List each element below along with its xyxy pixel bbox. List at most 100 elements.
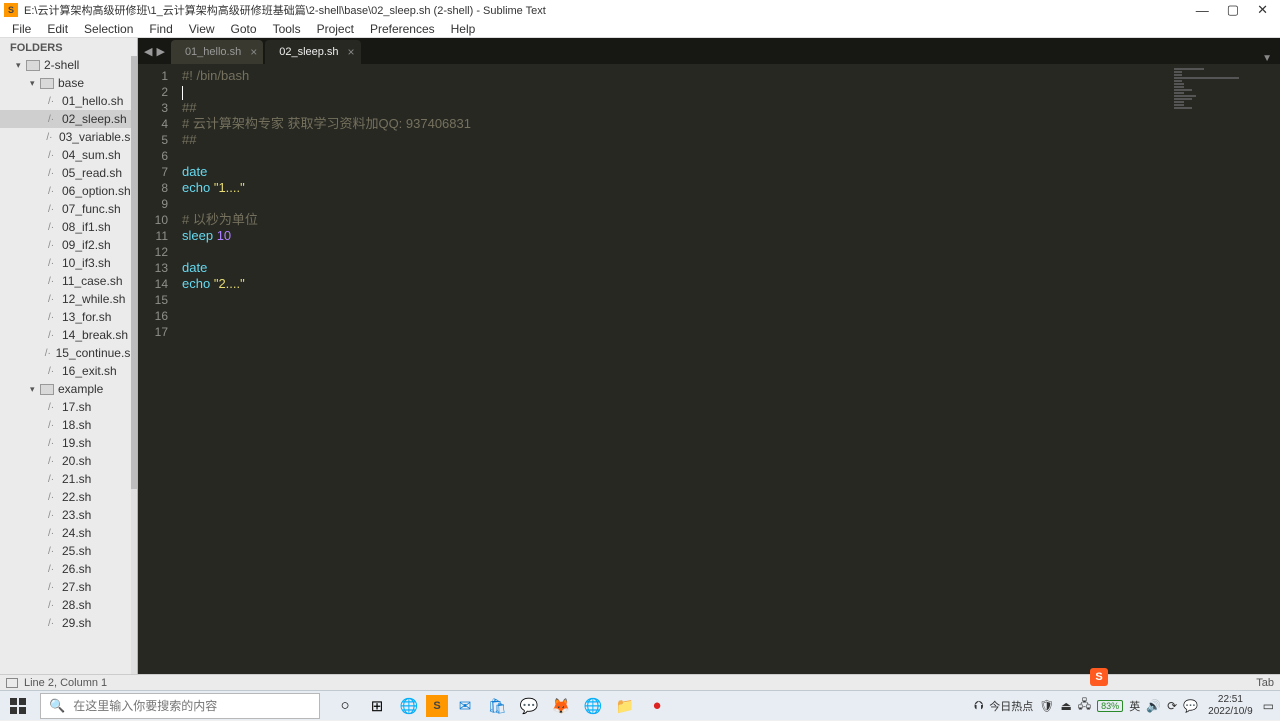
- file-icon: [44, 346, 52, 360]
- file-04_sum.sh[interactable]: 04_sum.sh: [0, 146, 137, 164]
- folder-tree: ▾2-shell▾base01_hello.sh02_sleep.sh03_va…: [0, 56, 137, 674]
- sidebar-scrollbar[interactable]: [131, 56, 137, 674]
- menu-file[interactable]: File: [4, 21, 39, 37]
- sidebar-title: FOLDERS: [0, 38, 137, 56]
- tab-01_hello.sh[interactable]: 01_hello.sh×: [171, 40, 263, 64]
- status-position: Line 2, Column 1: [24, 677, 107, 689]
- file-02_sleep.sh[interactable]: 02_sleep.sh: [0, 110, 137, 128]
- tray-defender-icon[interactable]: 🛡: [1039, 699, 1054, 713]
- file-icon: [44, 418, 58, 432]
- file-14_break.sh[interactable]: 14_break.sh: [0, 326, 137, 344]
- app-edge-icon[interactable]: 🌐: [394, 692, 424, 720]
- minimize-button[interactable]: —: [1196, 3, 1209, 18]
- tab-close-icon[interactable]: ×: [250, 45, 257, 59]
- file-23.sh[interactable]: 23.sh: [0, 506, 137, 524]
- task-view-icon[interactable]: ⊞: [362, 692, 392, 720]
- editor[interactable]: 1234567891011121314151617 #! /bin/bash##…: [138, 64, 1280, 674]
- status-tab-size[interactable]: Tab: [1256, 677, 1274, 689]
- file-05_read.sh[interactable]: 05_read.sh: [0, 164, 137, 182]
- tab-nav-arrows[interactable]: ◀▶: [138, 38, 171, 64]
- close-button[interactable]: ✕: [1257, 2, 1268, 18]
- disclosure-arrow-icon[interactable]: ▾: [16, 60, 26, 71]
- file-12_while.sh[interactable]: 12_while.sh: [0, 290, 137, 308]
- menu-edit[interactable]: Edit: [39, 21, 76, 37]
- folder-example[interactable]: ▾example: [0, 380, 137, 398]
- file-17.sh[interactable]: 17.sh: [0, 398, 137, 416]
- app-explorer-icon[interactable]: 📁: [610, 692, 640, 720]
- app-sublime-icon[interactable]: S: [426, 695, 448, 717]
- file-21.sh[interactable]: 21.sh: [0, 470, 137, 488]
- tray-volume-icon[interactable]: 🔊: [1146, 699, 1161, 713]
- tray-hot-label[interactable]: 今日热点: [989, 698, 1033, 714]
- tray-clock[interactable]: 22:51 2022/10/9: [1204, 694, 1257, 718]
- file-22.sh[interactable]: 22.sh: [0, 488, 137, 506]
- minimap[interactable]: [1170, 64, 1280, 674]
- folder-2-shell[interactable]: ▾2-shell: [0, 56, 137, 74]
- menu-project[interactable]: Project: [309, 21, 362, 37]
- menu-preferences[interactable]: Preferences: [362, 21, 443, 37]
- app-store-icon[interactable]: 🛍: [482, 692, 512, 720]
- file-icon: [44, 436, 58, 450]
- tray-battery[interactable]: 83%: [1097, 700, 1123, 712]
- file-09_if2.sh[interactable]: 09_if2.sh: [0, 236, 137, 254]
- menu-help[interactable]: Help: [443, 21, 484, 37]
- tray-eject-icon[interactable]: ⏏: [1060, 699, 1071, 713]
- file-icon: [44, 544, 58, 558]
- tree-item-label: 26.sh: [62, 562, 91, 576]
- file-03_variable.sh[interactable]: 03_variable.sh: [0, 128, 137, 146]
- folder-icon: [40, 382, 54, 396]
- file-15_continue.sh[interactable]: 15_continue.sh: [0, 344, 137, 362]
- tray-network-icon[interactable]: 🖧: [1078, 695, 1091, 716]
- file-29.sh[interactable]: 29.sh: [0, 614, 137, 632]
- file-16_exit.sh[interactable]: 16_exit.sh: [0, 362, 137, 380]
- app-mail-icon[interactable]: ✉: [450, 692, 480, 720]
- tray-message-icon[interactable]: 💬: [1183, 699, 1198, 713]
- disclosure-arrow-icon[interactable]: ▾: [30, 384, 40, 395]
- tray-overflow-icon[interactable]: ⮉: [974, 698, 983, 713]
- menu-view[interactable]: View: [181, 21, 223, 37]
- tab-menu-arrow[interactable]: ▼: [1254, 53, 1280, 64]
- file-08_if1.sh[interactable]: 08_if1.sh: [0, 218, 137, 236]
- menu-tools[interactable]: Tools: [265, 21, 309, 37]
- file-20.sh[interactable]: 20.sh: [0, 452, 137, 470]
- menu-selection[interactable]: Selection: [76, 21, 141, 37]
- file-07_func.sh[interactable]: 07_func.sh: [0, 200, 137, 218]
- search-input[interactable]: [73, 699, 319, 713]
- code-area[interactable]: #! /bin/bash### 云计算架构专家 获取学习资料加QQ: 93740…: [176, 64, 1280, 674]
- app-chrome-icon[interactable]: 🌐: [578, 692, 608, 720]
- file-10_if3.sh[interactable]: 10_if3.sh: [0, 254, 137, 272]
- menu-find[interactable]: Find: [141, 21, 180, 37]
- maximize-button[interactable]: ▢: [1227, 2, 1239, 18]
- window-titlebar: S E:\云计算架构高级研修班\1_云计算架构高级研修班基础篇\2-shell\…: [0, 0, 1280, 20]
- file-13_for.sh[interactable]: 13_for.sh: [0, 308, 137, 326]
- console-icon[interactable]: [6, 678, 18, 688]
- tab-close-icon[interactable]: ×: [348, 45, 355, 59]
- app-chat-icon[interactable]: 💬: [514, 692, 544, 720]
- file-18.sh[interactable]: 18.sh: [0, 416, 137, 434]
- start-button[interactable]: [0, 691, 36, 721]
- app-firefox-icon[interactable]: 🦊: [546, 692, 576, 720]
- file-06_option.sh[interactable]: 06_option.sh: [0, 182, 137, 200]
- tree-item-label: 09_if2.sh: [62, 238, 111, 252]
- file-24.sh[interactable]: 24.sh: [0, 524, 137, 542]
- folder-base[interactable]: ▾ base: [0, 74, 137, 92]
- file-01_hello.sh[interactable]: 01_hello.sh: [0, 92, 137, 110]
- app-recorder-icon[interactable]: ●: [642, 692, 672, 720]
- tray-ime-lang[interactable]: 英: [1129, 698, 1140, 714]
- file-28.sh[interactable]: 28.sh: [0, 596, 137, 614]
- tree-item-label: base: [58, 76, 84, 90]
- taskbar-search[interactable]: 🔍: [40, 693, 320, 719]
- file-27.sh[interactable]: 27.sh: [0, 578, 137, 596]
- file-26.sh[interactable]: 26.sh: [0, 560, 137, 578]
- tab-02_sleep.sh[interactable]: 02_sleep.sh×: [265, 40, 360, 64]
- file-19.sh[interactable]: 19.sh: [0, 434, 137, 452]
- ime-badge[interactable]: S: [1090, 668, 1108, 686]
- disclosure-arrow-icon[interactable]: ▾: [30, 78, 40, 89]
- cortana-icon[interactable]: ○: [330, 692, 360, 720]
- file-25.sh[interactable]: 25.sh: [0, 542, 137, 560]
- tray-notifications-icon[interactable]: ▭: [1263, 699, 1274, 713]
- tree-item-label: 07_func.sh: [62, 202, 121, 216]
- tray-sync-icon[interactable]: ⟳: [1167, 699, 1177, 713]
- file-11_case.sh[interactable]: 11_case.sh: [0, 272, 137, 290]
- menu-goto[interactable]: Goto: [223, 21, 265, 37]
